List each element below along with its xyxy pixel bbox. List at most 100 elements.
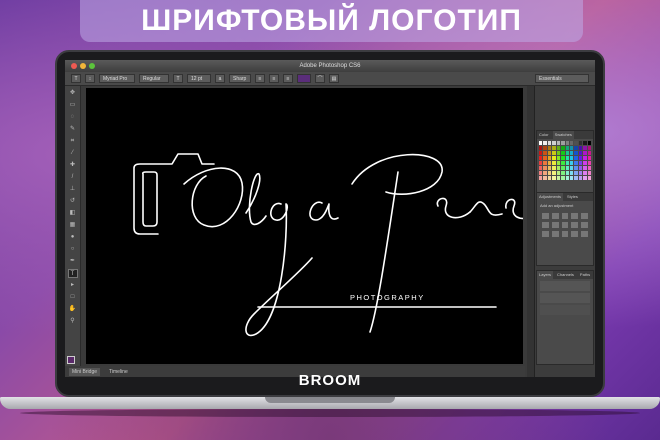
swatch-cell[interactable] <box>574 146 578 150</box>
swatch-cell[interactable] <box>569 161 574 165</box>
close-dot[interactable] <box>71 63 77 69</box>
antialias-select[interactable]: Sharp <box>229 74 251 83</box>
selective-color-adjust-icon[interactable] <box>581 231 588 237</box>
swatch-cell[interactable] <box>547 176 552 180</box>
swatch-cell[interactable] <box>561 151 565 155</box>
swatch-cell[interactable] <box>543 171 547 175</box>
swatch-cell[interactable] <box>578 146 583 150</box>
swatch-cell[interactable] <box>552 166 556 170</box>
swatch-cell[interactable] <box>569 171 574 175</box>
blur-tool-icon[interactable]: ● <box>68 233 78 242</box>
layer-filter-row[interactable] <box>540 281 590 291</box>
swatch-cell[interactable] <box>561 176 565 180</box>
swatch-cell[interactable] <box>574 161 578 165</box>
swatch-cell[interactable] <box>556 156 561 160</box>
swatch-cell[interactable] <box>574 166 578 170</box>
swatch-cell[interactable] <box>587 166 591 170</box>
swatch-cell[interactable] <box>565 141 569 145</box>
swatches-grid[interactable] <box>537 139 593 182</box>
eyedropper-tool-icon[interactable]: ⁄ <box>68 149 78 158</box>
swatch-cell[interactable] <box>583 146 587 150</box>
swatch-cell[interactable] <box>547 161 552 165</box>
swatch-cell[interactable] <box>565 166 569 170</box>
swatch-cell[interactable] <box>574 156 578 160</box>
swatch-cell[interactable] <box>552 171 556 175</box>
swatch-cell[interactable] <box>583 161 587 165</box>
bw-adjust-icon[interactable] <box>561 222 569 228</box>
swatch-cell[interactable] <box>543 146 547 150</box>
swatch-cell[interactable] <box>547 166 552 170</box>
levels-adjust-icon[interactable] <box>551 213 559 219</box>
swatch-cell[interactable] <box>565 176 569 180</box>
brightness-adjust-icon[interactable] <box>542 213 549 219</box>
warp-text-icon[interactable]: ⌒ <box>315 74 325 83</box>
photo-filter-adjust-icon[interactable] <box>571 222 579 228</box>
font-family-select[interactable]: Myriad Pro <box>99 74 135 83</box>
swatch-cell[interactable] <box>539 156 543 160</box>
swatch-cell[interactable] <box>569 151 574 155</box>
swatch-cell[interactable] <box>561 146 565 150</box>
swatch-cell[interactable] <box>578 156 583 160</box>
swatch-cell[interactable] <box>552 156 556 160</box>
swatch-cell[interactable] <box>543 161 547 165</box>
swatch-cell[interactable] <box>539 166 543 170</box>
swatch-cell[interactable] <box>569 156 574 160</box>
minimize-dot[interactable] <box>80 63 86 69</box>
swatch-cell[interactable] <box>556 171 561 175</box>
healing-tool-icon[interactable]: ✚ <box>68 161 78 170</box>
tab-paths[interactable]: Paths <box>578 271 592 279</box>
swatch-cell[interactable] <box>539 171 543 175</box>
blend-mode-row[interactable] <box>540 293 590 303</box>
exposure-adjust-icon[interactable] <box>571 213 579 219</box>
path-select-icon[interactable]: ▸ <box>68 281 78 290</box>
swatch-cell[interactable] <box>578 171 583 175</box>
text-color-swatch[interactable] <box>297 74 311 83</box>
swatch-cell[interactable] <box>561 166 565 170</box>
swatch-cell[interactable] <box>583 171 587 175</box>
swatch-cell[interactable] <box>556 166 561 170</box>
orientation-icon[interactable]: ↕ <box>85 74 95 83</box>
stamp-tool-icon[interactable]: ⊥ <box>68 185 78 194</box>
tab-color[interactable]: Color <box>537 131 551 139</box>
align-left-icon[interactable]: ≡ <box>255 74 265 83</box>
swatch-cell[interactable] <box>587 161 591 165</box>
document-canvas[interactable]: PHOTOGRAPHY <box>86 88 533 364</box>
align-right-icon[interactable]: ≡ <box>283 74 293 83</box>
swatch-cell[interactable] <box>561 171 565 175</box>
swatch-cell[interactable] <box>565 171 569 175</box>
vibrance-adjust-icon[interactable] <box>581 213 588 219</box>
swatch-cell[interactable] <box>578 141 583 145</box>
swatch-cell[interactable] <box>547 141 552 145</box>
swatch-cell[interactable] <box>587 141 591 145</box>
curves-adjust-icon[interactable] <box>561 213 569 219</box>
tab-styles[interactable]: Styles <box>565 193 580 201</box>
swatch-cell[interactable] <box>574 176 578 180</box>
invert-adjust-icon[interactable] <box>542 231 549 237</box>
zoom-tool-icon[interactable]: ⚲ <box>68 317 78 326</box>
swatch-cell[interactable] <box>539 141 543 145</box>
swatch-cell[interactable] <box>539 151 543 155</box>
swatch-cell[interactable] <box>543 151 547 155</box>
font-size-select[interactable]: 12 pt <box>187 74 211 83</box>
swatch-cell[interactable] <box>556 176 561 180</box>
swatch-cell[interactable] <box>539 176 543 180</box>
hue-sat-adjust-icon[interactable] <box>542 222 549 228</box>
swatch-cell[interactable] <box>547 156 552 160</box>
swatch-cell[interactable] <box>578 176 583 180</box>
swatch-cell[interactable] <box>574 171 578 175</box>
dodge-tool-icon[interactable]: ○ <box>68 245 78 254</box>
swatch-cell[interactable] <box>569 176 574 180</box>
swatch-cell[interactable] <box>578 161 583 165</box>
swatch-cell[interactable] <box>569 141 574 145</box>
type-tool-icon[interactable]: T <box>71 74 81 83</box>
swatch-cell[interactable] <box>552 146 556 150</box>
pen-tool-icon[interactable]: ✒ <box>68 257 78 266</box>
swatch-cell[interactable] <box>583 176 587 180</box>
foreground-color-swatch[interactable] <box>67 356 75 364</box>
tab-swatches[interactable]: Swatches <box>552 131 574 139</box>
type-tool-icon[interactable]: T <box>67 269 78 278</box>
swatch-cell[interactable] <box>565 146 569 150</box>
history-brush-icon[interactable]: ↺ <box>68 197 78 206</box>
swatch-cell[interactable] <box>556 141 561 145</box>
workspace-select[interactable]: Essentials <box>535 74 589 83</box>
